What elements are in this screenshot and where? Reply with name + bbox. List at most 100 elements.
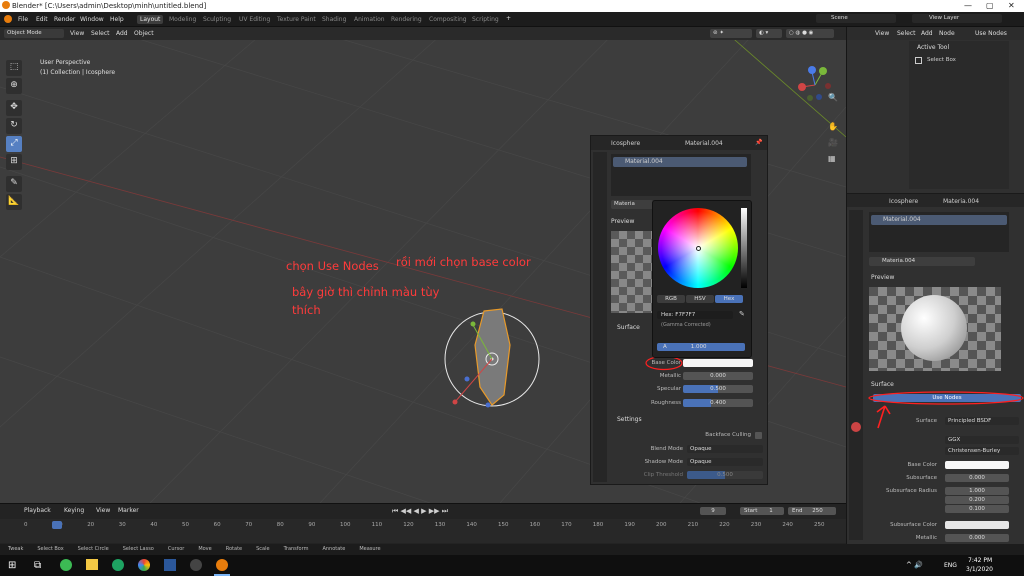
radius-y-field[interactable]: 0.200 xyxy=(945,496,1009,504)
props-material-field[interactable]: Materia.004 xyxy=(869,257,975,266)
props-slot-row[interactable]: Material.004 xyxy=(871,215,1007,225)
playback-menu[interactable]: Playback xyxy=(24,507,51,514)
close-icon[interactable]: ✕ xyxy=(1008,1,1015,10)
float-backface-checkbox[interactable] xyxy=(755,432,762,439)
active-tool-title[interactable]: Active Tool xyxy=(917,44,949,51)
timeline-view-menu[interactable]: View xyxy=(96,507,110,514)
select-menu[interactable]: Select xyxy=(91,30,110,37)
surface-select[interactable]: Principled BSDF xyxy=(945,417,1019,425)
float-shadow-select[interactable]: Opaque xyxy=(687,458,763,466)
view-menu[interactable]: View xyxy=(70,30,84,37)
tab-modeling[interactable]: Modeling xyxy=(166,15,199,24)
tab-compositing[interactable]: Compositing xyxy=(426,15,470,24)
rotate-tool-icon[interactable]: ↻ xyxy=(6,118,22,134)
add-workspace-icon[interactable]: + xyxy=(506,15,511,22)
float-base-color-swatch[interactable] xyxy=(683,359,753,367)
color-wheel-cursor[interactable] xyxy=(696,246,701,251)
float-surface-header[interactable]: Surface xyxy=(617,324,640,331)
node-view-menu[interactable]: View xyxy=(875,30,889,37)
menu-help[interactable]: Help xyxy=(110,16,124,23)
app-icon-3[interactable] xyxy=(190,559,202,571)
preview-type-icons[interactable] xyxy=(1007,287,1017,367)
tab-animation[interactable]: Animation xyxy=(351,15,388,24)
float-preview-header[interactable]: Preview xyxy=(611,218,634,225)
float-specular-field[interactable]: 0.500 xyxy=(683,385,753,393)
cursor-tool-icon[interactable]: ⊕ xyxy=(6,78,22,94)
float-roughness-field[interactable]: 0.400 xyxy=(683,399,753,407)
clock-time[interactable]: 7:42 PM xyxy=(968,557,992,564)
object-menu[interactable]: Object xyxy=(134,30,154,37)
tab-rendering[interactable]: Rendering xyxy=(388,15,425,24)
float-slot-row[interactable]: Material.004 xyxy=(613,157,747,167)
value-slider[interactable] xyxy=(741,208,747,288)
viewport-shading-group[interactable]: ○ ◍ ● ◉ xyxy=(786,29,834,38)
camera-icon[interactable]: 🎥 xyxy=(828,138,838,147)
transform-tool-icon[interactable]: ⊞ xyxy=(6,154,22,170)
language-indicator[interactable]: ENG xyxy=(944,562,957,569)
props-subsurface-color-swatch[interactable] xyxy=(945,521,1009,529)
word-icon[interactable] xyxy=(164,559,176,571)
playhead[interactable] xyxy=(52,521,62,529)
float-blend-select[interactable]: Opaque xyxy=(687,445,763,453)
node-use-nodes[interactable]: Use Nodes xyxy=(975,30,1007,37)
scale-tool-icon[interactable]: ⤢ xyxy=(6,136,22,152)
hex-mode-tab[interactable]: Hex xyxy=(715,295,743,303)
props-base-color-swatch[interactable] xyxy=(945,461,1009,469)
add-menu[interactable]: Add xyxy=(116,30,128,37)
move-tool-icon[interactable]: ✥ xyxy=(6,100,22,116)
node-add-menu[interactable]: Add xyxy=(921,30,933,37)
chrome-icon[interactable] xyxy=(138,559,150,571)
measure-tool-icon[interactable]: 📐 xyxy=(6,194,22,210)
material-tab-icon[interactable] xyxy=(851,422,861,432)
timeline-ruler[interactable]: 0102030405060708090100110120130140150160… xyxy=(0,519,846,543)
icosphere-object[interactable] xyxy=(440,305,544,409)
alpha-field[interactable]: A 1.000 xyxy=(657,343,745,351)
props-subsurface-field[interactable]: 0.000 xyxy=(945,474,1009,482)
rgb-mode-tab[interactable]: RGB xyxy=(657,295,685,303)
marker-menu[interactable]: Marker xyxy=(118,507,139,514)
annotate-tool-icon[interactable]: ✎ xyxy=(6,176,22,192)
start-frame-field[interactable]: Start 1 xyxy=(740,507,784,515)
scene-selector[interactable]: Scene xyxy=(816,14,896,23)
shading-toggles[interactable]: ⊚ ✦ xyxy=(710,29,752,38)
distribution-select[interactable]: GGX xyxy=(945,436,1019,444)
windows-start-icon[interactable]: ⊞ xyxy=(8,560,16,571)
blender-menu-icon[interactable] xyxy=(4,15,12,23)
overlay-toggle[interactable]: ◐ ▾ xyxy=(756,29,782,38)
task-view-icon[interactable]: ⧉ xyxy=(34,560,41,571)
grid-icon[interactable]: ▦ xyxy=(828,154,836,163)
menu-file[interactable]: File xyxy=(18,16,28,23)
props-metallic-field[interactable]: 0.000 xyxy=(945,534,1009,542)
float-settings-header[interactable]: Settings xyxy=(617,416,642,423)
hsv-mode-tab[interactable]: HSV xyxy=(686,295,714,303)
node-node-menu[interactable]: Node xyxy=(939,30,955,37)
tray-icons[interactable]: ^ 🔊 xyxy=(906,561,923,569)
blender-taskbar-icon[interactable] xyxy=(216,559,228,571)
subsurface-method-select[interactable]: Christensen-Burley xyxy=(945,447,1019,455)
keying-menu[interactable]: Keying xyxy=(64,507,84,514)
end-frame-field[interactable]: End 250 xyxy=(788,507,836,515)
float-clip-field[interactable]: 0.500 xyxy=(687,471,763,479)
tab-shading[interactable]: Shading xyxy=(319,15,349,24)
tab-scripting[interactable]: Scripting xyxy=(469,15,502,24)
maximize-icon[interactable]: ▢ xyxy=(986,1,994,10)
minimize-icon[interactable]: — xyxy=(964,1,972,10)
tab-uv-editing[interactable]: UV Editing xyxy=(236,15,273,24)
hex-input[interactable]: Hex: F7F7F7 xyxy=(657,311,733,319)
mode-select[interactable]: Object Mode xyxy=(4,29,64,38)
app-icon-1[interactable] xyxy=(60,559,72,571)
app-icon-2[interactable] xyxy=(112,559,124,571)
clock-date[interactable]: 3/1/2020 xyxy=(966,566,993,573)
tab-layout[interactable]: Layout xyxy=(137,15,164,24)
eyedropper-icon[interactable]: ✎ xyxy=(739,310,745,318)
node-select-menu[interactable]: Select xyxy=(897,30,916,37)
radius-x-field[interactable]: 1.000 xyxy=(945,487,1009,495)
file-explorer-icon[interactable] xyxy=(86,559,98,570)
pin-icon[interactable]: 📌 xyxy=(755,139,762,146)
radius-z-field[interactable]: 0.100 xyxy=(945,505,1009,513)
zoom-icon[interactable]: 🔍 xyxy=(828,93,838,102)
select-box-tool-icon[interactable]: ⬚ xyxy=(6,60,22,76)
props-preview-header[interactable]: Preview xyxy=(871,274,894,281)
props-surface-header[interactable]: Surface xyxy=(871,381,894,388)
current-frame-field[interactable]: 9 xyxy=(700,507,726,515)
